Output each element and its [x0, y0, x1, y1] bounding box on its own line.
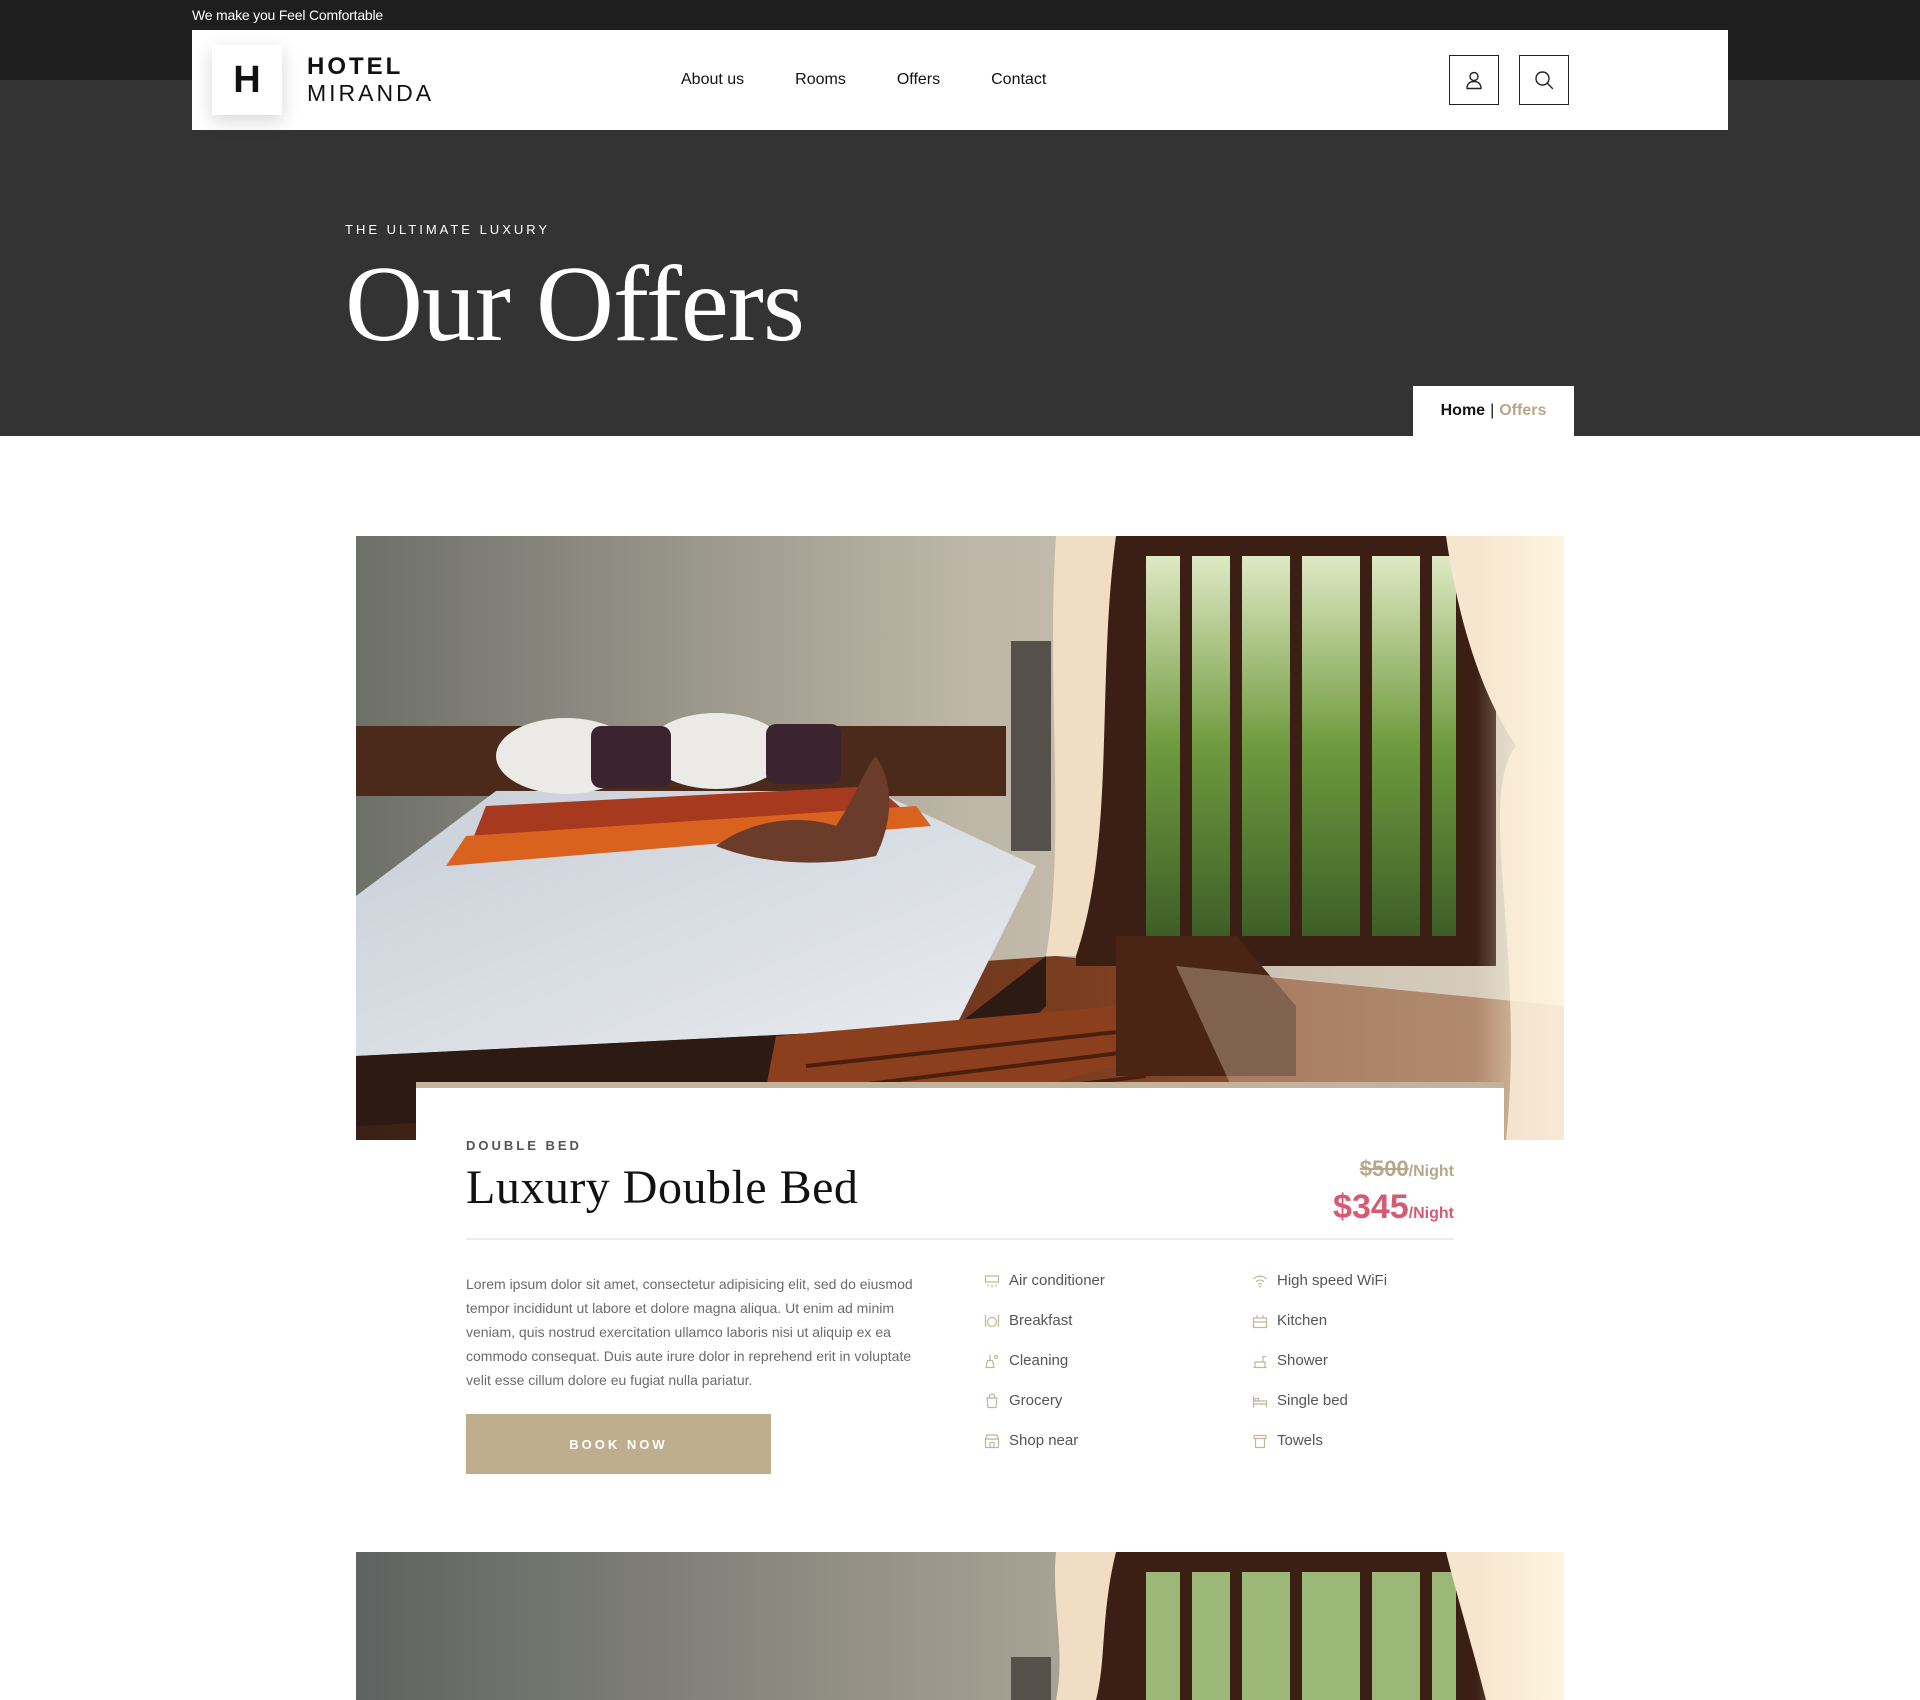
- hero-banner: [0, 80, 1920, 436]
- grocery-icon: [986, 1393, 998, 1409]
- amenity-item: Towels: [1252, 1432, 1492, 1472]
- amenity-item: Breakfast: [984, 1312, 1224, 1352]
- room-photo-illustration: [356, 1552, 1564, 1700]
- nav-about-us[interactable]: About us: [681, 71, 744, 89]
- offer-title[interactable]: Luxury Double Bed: [466, 1160, 858, 1215]
- old-price-amount: $500: [1359, 1156, 1409, 1181]
- amenity-item: Grocery: [984, 1392, 1224, 1432]
- account-button[interactable]: [1449, 55, 1499, 105]
- page-title: Our Offers: [345, 245, 805, 364]
- offer-card: DOUBLE BED Luxury Double Bed $500/Night …: [416, 1082, 1504, 1482]
- room-photo-illustration: [356, 536, 1564, 1140]
- logo-mark[interactable]: H: [212, 45, 282, 115]
- amenity-label: High speed WiFi: [1277, 1272, 1388, 1289]
- amenity-item: Single bed: [1252, 1392, 1492, 1432]
- air-conditioner-icon: [984, 1275, 1000, 1288]
- divider: [466, 1238, 1454, 1240]
- new-price-amount: $345: [1333, 1188, 1409, 1226]
- amenity-item: Kitchen: [1252, 1312, 1492, 1352]
- amenity-item: Cleaning: [984, 1352, 1224, 1392]
- nav-offers[interactable]: Offers: [897, 71, 940, 89]
- amenity-label: Shop near: [1009, 1432, 1079, 1449]
- amenity-label: Breakfast: [1009, 1312, 1073, 1329]
- new-price: $345/Night: [1333, 1188, 1454, 1227]
- amenity-item: Shop near: [984, 1432, 1224, 1472]
- breadcrumb: Home | Offers: [1413, 386, 1574, 436]
- amenity-label: Cleaning: [1009, 1352, 1069, 1369]
- offer-kicker: DOUBLE BED: [466, 1138, 582, 1153]
- logo-line-hotel: HOTEL: [307, 53, 404, 80]
- amenity-item: Air conditioner: [984, 1272, 1224, 1312]
- shower-icon: [1253, 1355, 1267, 1369]
- nav-contact[interactable]: Contact: [991, 71, 1046, 89]
- breadcrumb-current: Offers: [1499, 402, 1547, 419]
- offer-description: Lorem ipsum dolor sit amet, consectetur …: [466, 1276, 913, 1388]
- amenities-list-right: High speed WiFi Kitchen Shower Single be…: [1252, 1272, 1492, 1472]
- logo-line-miranda: MIRANDA: [307, 80, 435, 106]
- breakfast-icon: [984, 1315, 1000, 1328]
- user-icon: [1466, 71, 1482, 90]
- amenity-item: High speed WiFi: [1252, 1272, 1492, 1312]
- amenity-label: Single bed: [1277, 1392, 1348, 1409]
- amenity-label: Air conditioner: [1009, 1272, 1105, 1289]
- amenities-list-left: Air conditioner Breakfast Cleaning Groce…: [984, 1272, 1224, 1472]
- book-now-button[interactable]: BOOK NOW: [466, 1414, 771, 1474]
- amenity-label: Kitchen: [1277, 1312, 1328, 1329]
- logo-text[interactable]: HOTEL MIRANDA: [307, 53, 435, 107]
- breadcrumb-home[interactable]: Home: [1441, 402, 1485, 420]
- old-price-unit: /Night: [1408, 1163, 1454, 1180]
- cleaning-icon: [985, 1354, 999, 1369]
- old-price: $500/Night: [1360, 1156, 1454, 1182]
- shop-icon: [984, 1434, 1000, 1449]
- wifi-icon: [1253, 1275, 1267, 1288]
- hero-kicker: THE ULTIMATE LUXURY: [345, 222, 551, 237]
- amenity-label: Grocery: [1009, 1392, 1063, 1409]
- tagline: We make you Feel Comfortable: [192, 7, 384, 23]
- amenity-label: Shower: [1277, 1352, 1328, 1369]
- room-photo[interactable]: [356, 1552, 1564, 1700]
- room-photo[interactable]: [356, 536, 1564, 1140]
- main-nav: About us Rooms Offers Contact: [681, 30, 1097, 130]
- search-icon: [1535, 71, 1554, 90]
- new-price-unit: /Night: [1408, 1205, 1454, 1222]
- towel-icon: [1253, 1434, 1267, 1449]
- search-button[interactable]: [1519, 55, 1569, 105]
- site-header: H HOTEL MIRANDA About us Rooms Offers Co…: [192, 30, 1728, 130]
- amenity-label: Towels: [1277, 1432, 1323, 1449]
- kitchen-icon: [1252, 1315, 1268, 1329]
- nav-rooms[interactable]: Rooms: [795, 71, 846, 89]
- amenity-item: Shower: [1252, 1352, 1492, 1392]
- bed-icon: [1252, 1396, 1268, 1408]
- breadcrumb-separator: |: [1490, 402, 1495, 419]
